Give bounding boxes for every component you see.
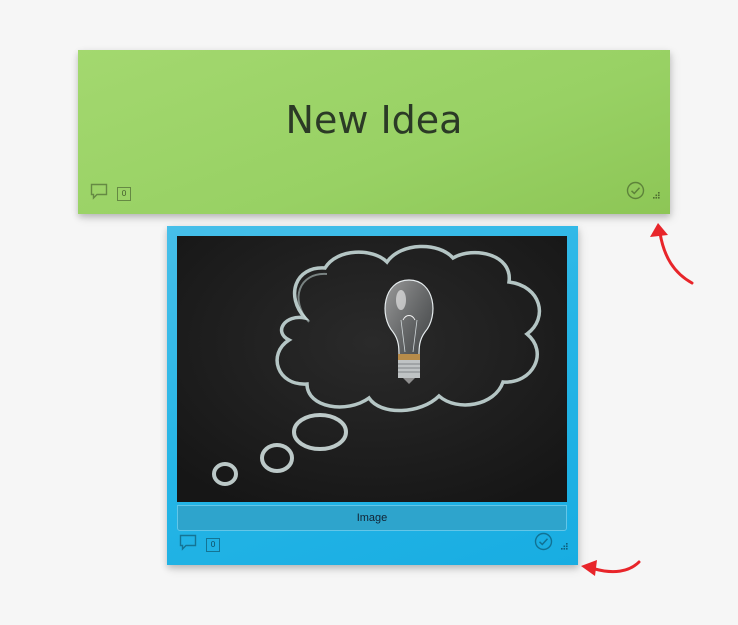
sticky-note-new-idea[interactable]: New Idea 0 [78,50,670,214]
image-card-footer-right [534,532,568,556]
annotation-arrow-icon [581,560,641,576]
comment-count-badge[interactable]: 0 [117,187,131,201]
comment-icon[interactable] [90,183,108,205]
check-circle-icon[interactable] [534,532,553,556]
annotation-arrow-icon [650,223,694,285]
sticky-note-title[interactable]: New Idea [78,98,670,142]
resize-handle-icon[interactable] [559,538,568,556]
resize-handle-icon[interactable] [651,187,660,205]
image-card-footer-left: 0 [179,534,220,556]
comment-count-badge[interactable]: 0 [206,538,220,552]
lightbulb-image [177,236,567,502]
image-caption[interactable]: Image [177,505,567,531]
sticky-note-footer-left: 0 [90,183,131,205]
check-circle-icon[interactable] [626,181,645,205]
sticky-note-footer-right [626,181,660,205]
comment-icon[interactable] [179,534,197,556]
image-card[interactable]: Image 0 [167,226,578,565]
